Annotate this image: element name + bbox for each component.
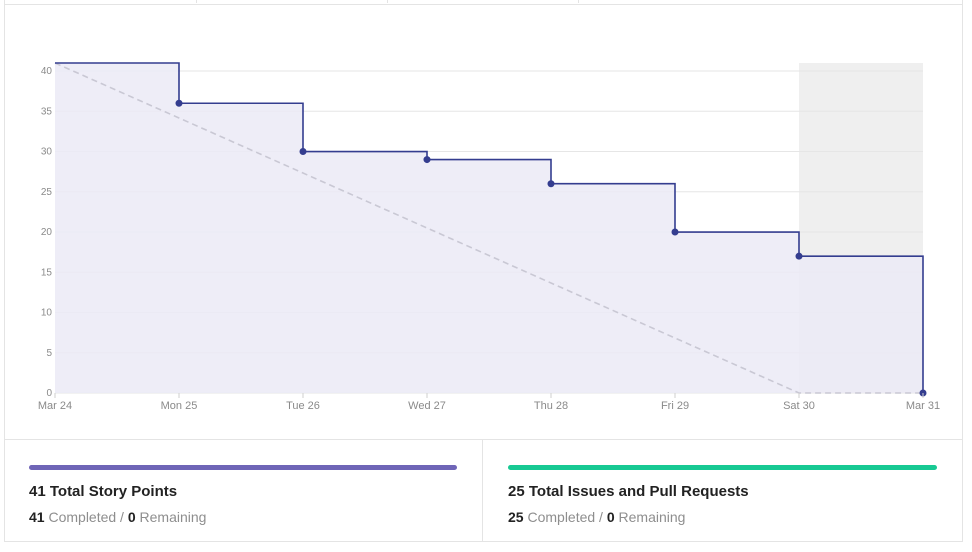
x-tick-label: Mar 24 <box>38 400 72 412</box>
data-point <box>423 156 431 164</box>
data-point <box>795 252 803 260</box>
y-tick-label: 25 <box>41 187 53 198</box>
data-point <box>175 99 183 107</box>
issues-completed-label: Completed / <box>527 509 603 525</box>
x-tick-label: Fri 29 <box>661 400 689 412</box>
burndown-chart: 0 5 10 15 20 25 30 35 40 Mar 24 Mon 25 Tue 26 Wed 27… <box>0 0 972 435</box>
y-tick-label: 30 <box>41 147 53 158</box>
x-tick-label: Wed 27 <box>408 400 446 412</box>
y-tick-label: 40 <box>41 66 53 77</box>
x-tick-label: Mon 25 <box>161 400 198 412</box>
story-points-remaining-count: 0 <box>127 509 136 525</box>
data-point <box>671 228 679 236</box>
y-tick-label: 35 <box>41 106 53 117</box>
x-tick-label: Mar 31 <box>906 400 940 412</box>
burndown-chart-svg: 0 5 10 15 20 25 30 35 40 Mar 24 Mon 25 Tue 26 Wed 27… <box>38 62 940 412</box>
y-tick-label: 20 <box>41 227 53 238</box>
data-point <box>299 148 307 156</box>
issues-completed-count: 25 <box>508 509 524 525</box>
story-points-progress-bar <box>29 465 457 470</box>
y-tick-label: 10 <box>41 308 53 319</box>
story-points-summary: 41 Completed / 0 Remaining <box>29 509 206 525</box>
data-point <box>547 180 555 188</box>
y-tick-label: 0 <box>46 388 52 399</box>
y-tick-label: 5 <box>46 348 52 359</box>
issues-remaining-label: Remaining <box>618 509 686 525</box>
story-points-completed-label: Completed / <box>48 509 124 525</box>
issues-summary: 25 Completed / 0 Remaining <box>508 509 685 525</box>
stats-row: 41 Total Story Points 41 Completed / 0 R… <box>4 439 963 542</box>
issues-remaining-count: 0 <box>606 509 615 525</box>
x-tick-label: Sat 30 <box>783 400 815 412</box>
story-points-card: 41 Total Story Points 41 Completed / 0 R… <box>4 440 483 542</box>
x-tick-label: Thu 28 <box>534 400 568 412</box>
story-points-title: 41 Total Story Points <box>29 483 178 500</box>
issues-progress-bar <box>508 465 937 470</box>
issues-title: 25 Total Issues and Pull Requests <box>508 483 749 500</box>
story-points-remaining-label: Remaining <box>139 509 207 525</box>
story-points-completed-count: 41 <box>29 509 45 525</box>
issues-card: 25 Total Issues and Pull Requests 25 Com… <box>483 440 961 542</box>
y-tick-label: 15 <box>41 267 53 278</box>
burndown-area <box>55 63 923 393</box>
x-tick-label: Tue 26 <box>286 400 320 412</box>
